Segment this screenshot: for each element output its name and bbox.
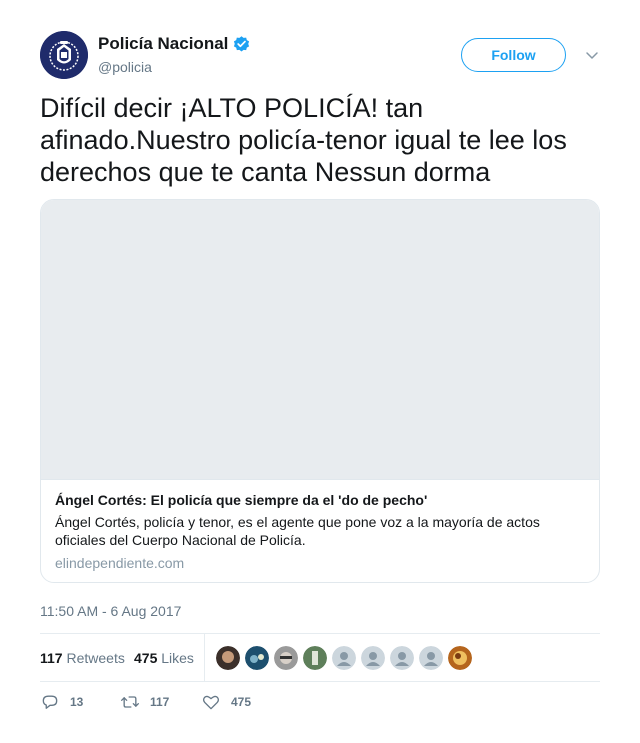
card-body: Ángel Cortés: El policía que siempre da … (41, 480, 599, 572)
retweet-button[interactable]: 117 (120, 692, 169, 712)
card-domain: elindependiente.com (55, 555, 185, 571)
liker-avatar[interactable] (216, 646, 240, 670)
likes-stat-label: Likes (161, 650, 194, 666)
retweets-stat-label: Retweets (66, 650, 125, 666)
retweet-count: 117 (150, 695, 170, 709)
liker-avatars (216, 646, 477, 670)
tweet-timestamp[interactable]: 11:50 AM - 6 Aug 2017 (40, 603, 181, 619)
default-avatar-icon[interactable] (390, 646, 414, 670)
tweet-stats: 117 Retweets 475 Likes (40, 633, 600, 682)
card-image[interactable] (41, 200, 599, 480)
retweet-icon (121, 696, 139, 708)
tweet-actions: 13 117 475 (40, 692, 600, 716)
like-button[interactable]: 475 (201, 692, 251, 712)
author-name-row[interactable]: Policía Nacional (98, 34, 251, 54)
like-count: 475 (231, 695, 252, 709)
liker-avatar[interactable] (274, 646, 298, 670)
heart-icon (202, 695, 220, 710)
tweet-text: Difícil decir ¡ALTO POLICÍA! tan afinado… (40, 93, 567, 187)
verified-badge-icon (234, 35, 250, 52)
author-avatar[interactable] (40, 31, 88, 79)
follow-button[interactable]: Follow (461, 38, 566, 72)
default-avatar-icon[interactable] (361, 646, 385, 670)
likes-stat[interactable]: 475 Likes (134, 650, 194, 666)
reply-count: 13 (70, 695, 84, 709)
default-avatar-icon[interactable] (332, 646, 356, 670)
reply-icon (42, 695, 58, 709)
police-badge-icon (40, 31, 88, 79)
liker-avatar[interactable] (245, 646, 269, 670)
card-title: Ángel Cortés: El policía que siempre da … (55, 492, 428, 508)
author-handle[interactable]: @policia (98, 59, 152, 75)
default-avatar-icon[interactable] (419, 646, 443, 670)
card-description: Ángel Cortés, policía y tenor, es el age… (55, 514, 540, 548)
chevron-down-icon[interactable] (584, 47, 600, 63)
liker-avatar[interactable] (448, 646, 472, 670)
stats-divider (204, 634, 205, 681)
reply-button[interactable]: 13 (40, 692, 83, 712)
retweets-stat-count: 117 (40, 650, 63, 666)
tweet-header: Policía Nacional @policia Follow (40, 31, 600, 81)
likes-stat-count: 475 (134, 650, 158, 666)
link-card[interactable]: Ángel Cortés: El policía que siempre da … (40, 199, 600, 583)
liker-avatar[interactable] (303, 646, 327, 670)
author-display-name[interactable]: Policía Nacional (98, 34, 228, 54)
retweets-stat[interactable]: 117 Retweets (40, 650, 125, 666)
